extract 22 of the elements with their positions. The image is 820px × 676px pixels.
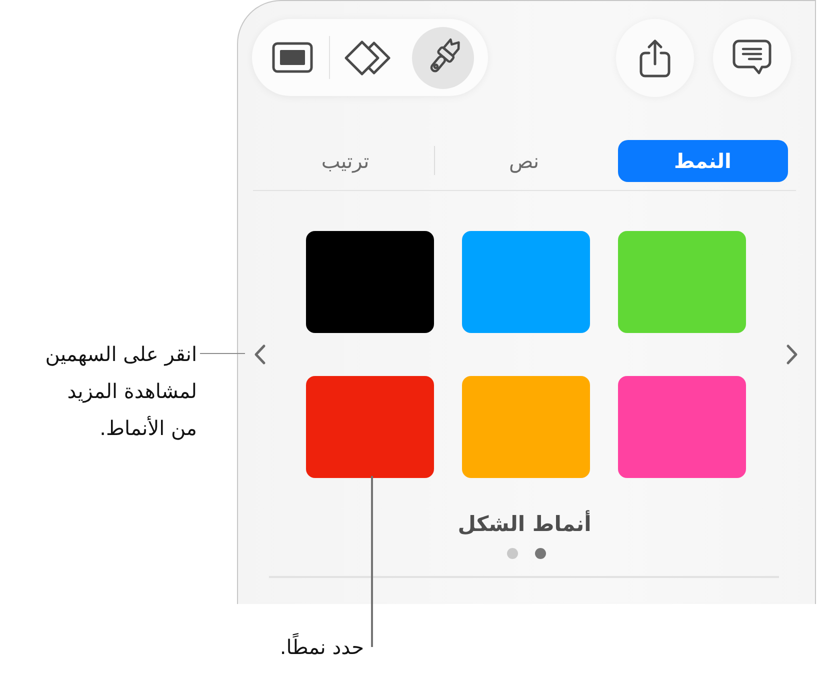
- style-swatch[interactable]: [462, 231, 590, 333]
- callout-text: حدد نمطًا.: [280, 632, 364, 661]
- page-dot[interactable]: [535, 548, 546, 559]
- chevron-right-icon[interactable]: [786, 344, 798, 365]
- tab[interactable]: نص: [439, 140, 609, 182]
- share-icon: [639, 38, 671, 78]
- tab[interactable]: النمط: [618, 140, 788, 182]
- section-title: أنماط الشكل: [458, 510, 592, 538]
- style-swatch[interactable]: [618, 231, 746, 333]
- tab[interactable]: ترتيب: [260, 140, 430, 182]
- diamonds-icon: [344, 38, 392, 78]
- style-swatch[interactable]: [618, 376, 746, 478]
- style-swatch[interactable]: [462, 376, 590, 478]
- comment-icon: [732, 39, 772, 76]
- callout-text: انقر على السهمين لمشاهدة المزيد من الأنماط.: [45, 341, 197, 442]
- page-dot[interactable]: [507, 548, 518, 559]
- chevron-left-icon[interactable]: [254, 344, 266, 365]
- leader-line: [200, 352, 245, 354]
- rectangle-icon: [272, 42, 313, 73]
- style-swatch[interactable]: [306, 376, 434, 478]
- toolbar-button[interactable]: [412, 26, 474, 88]
- style-swatch[interactable]: [306, 231, 434, 333]
